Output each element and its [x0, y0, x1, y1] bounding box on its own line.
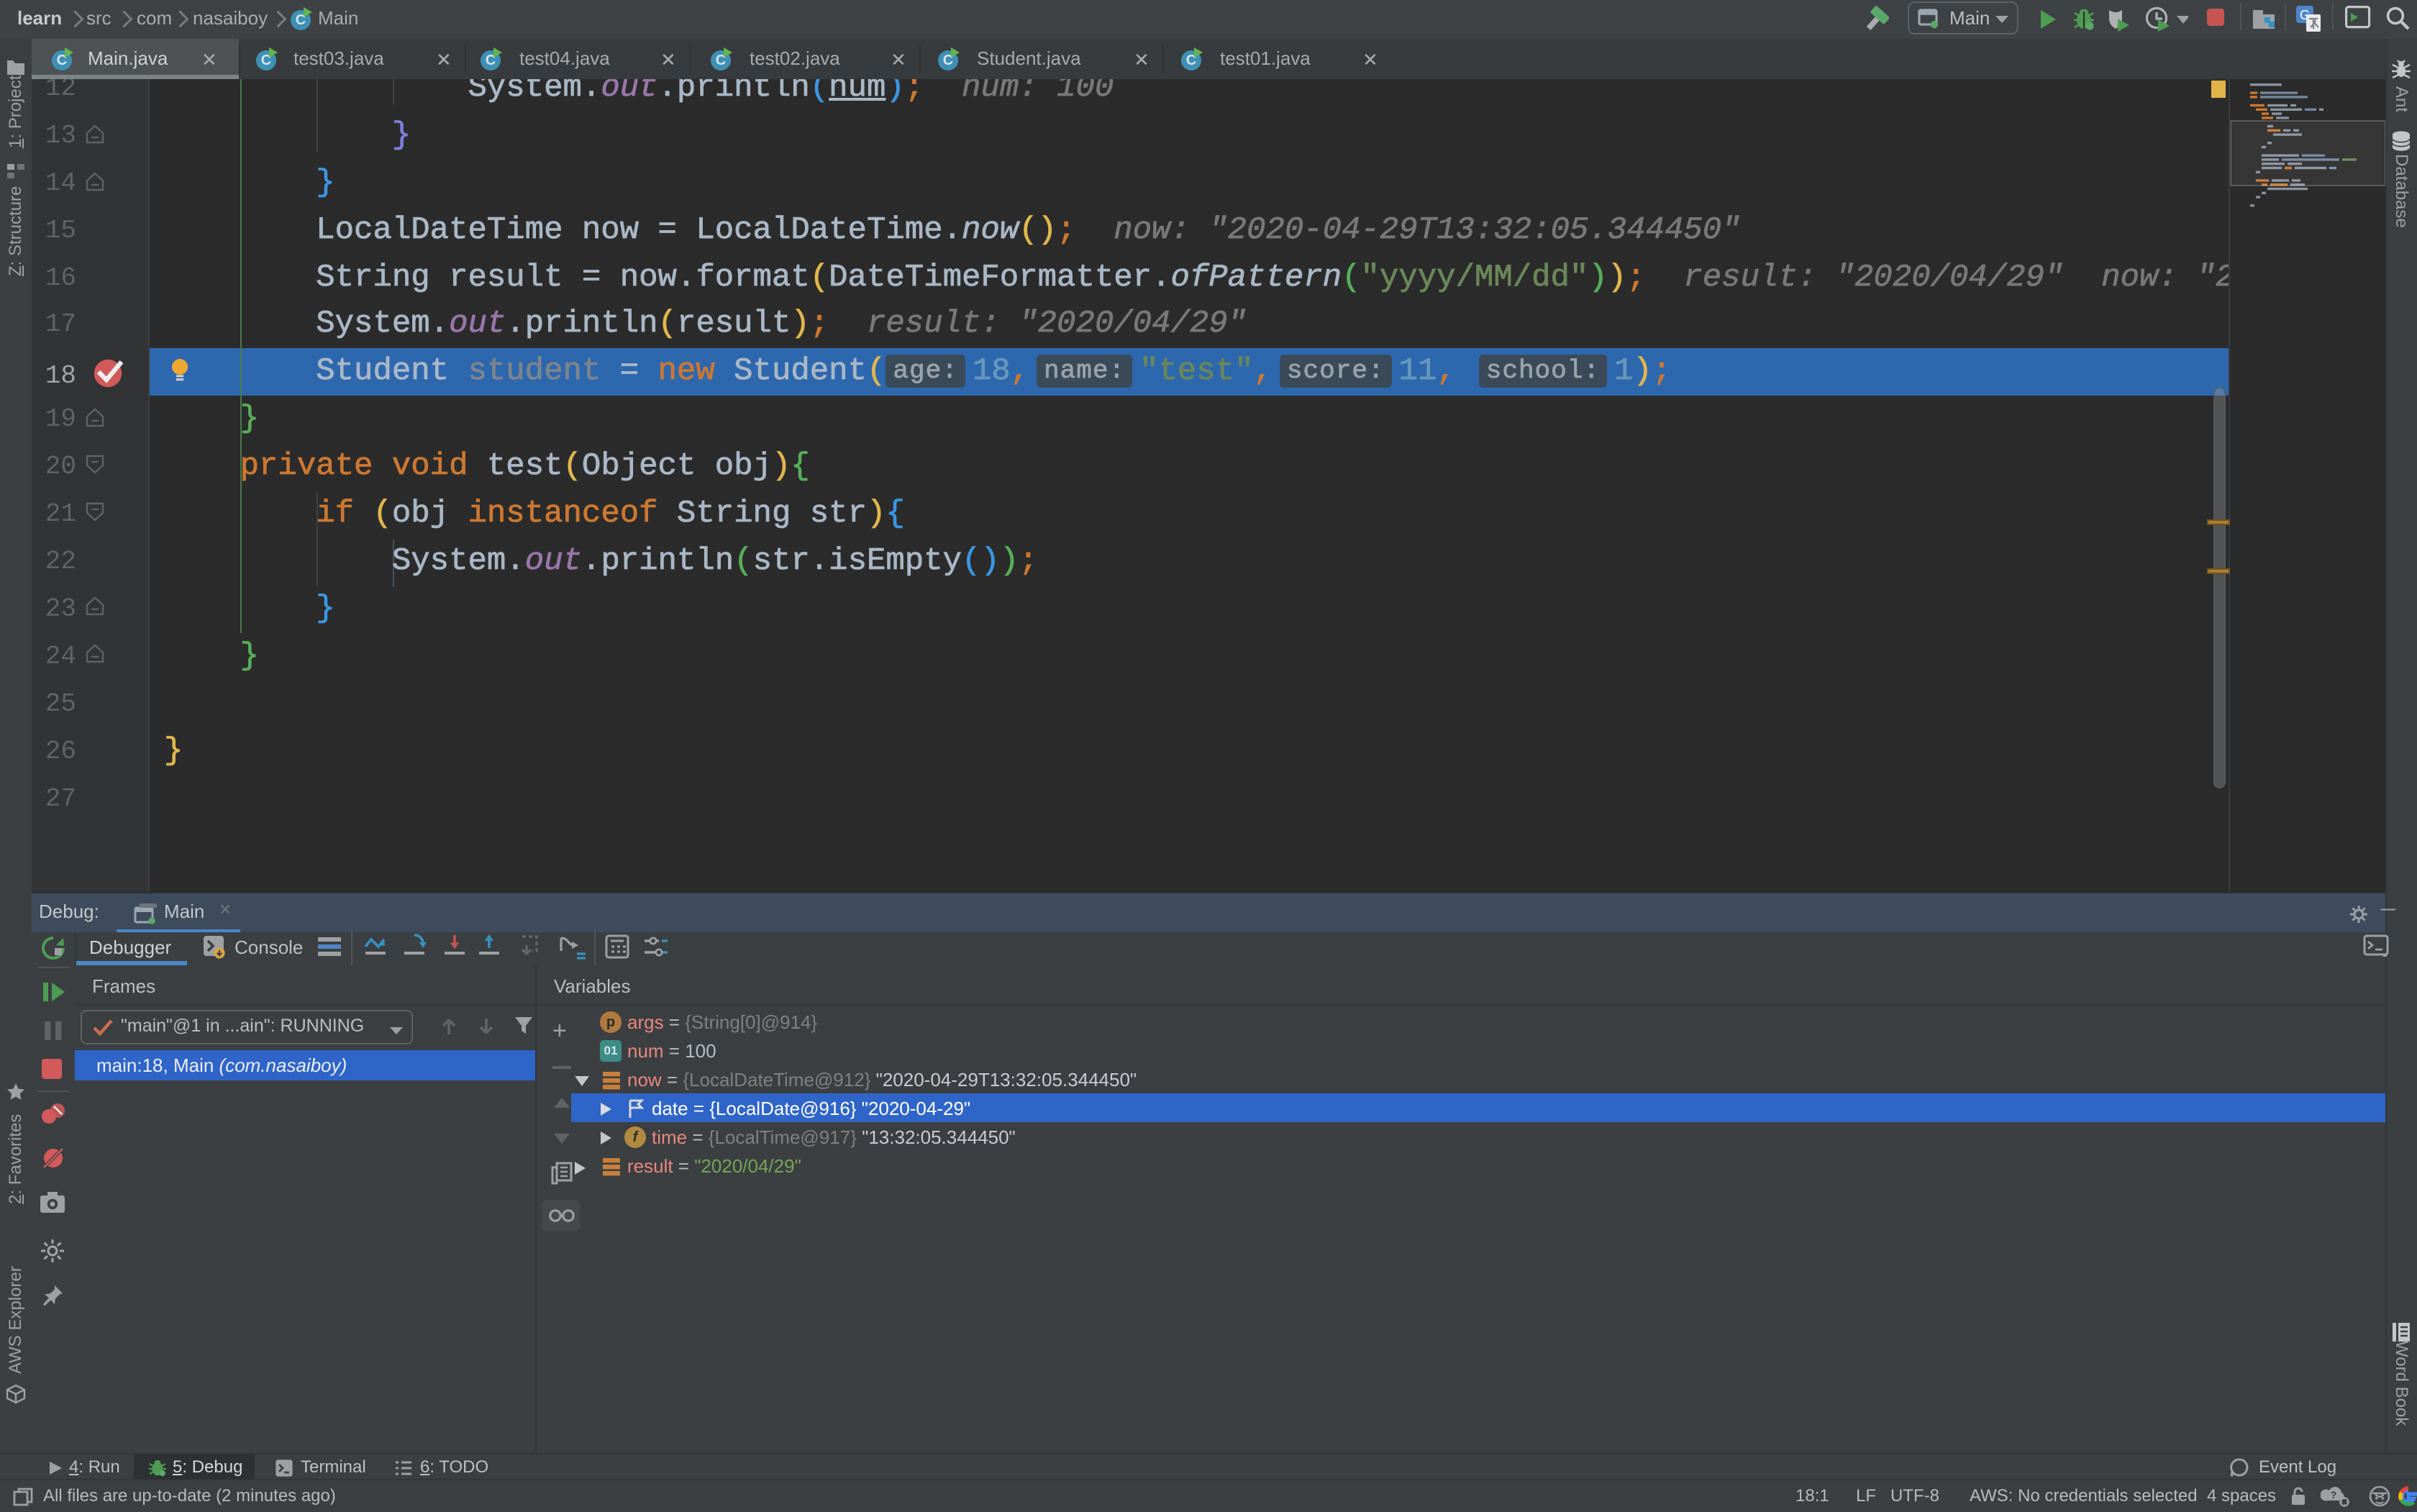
svg-text:?: ? [2331, 1489, 2337, 1500]
